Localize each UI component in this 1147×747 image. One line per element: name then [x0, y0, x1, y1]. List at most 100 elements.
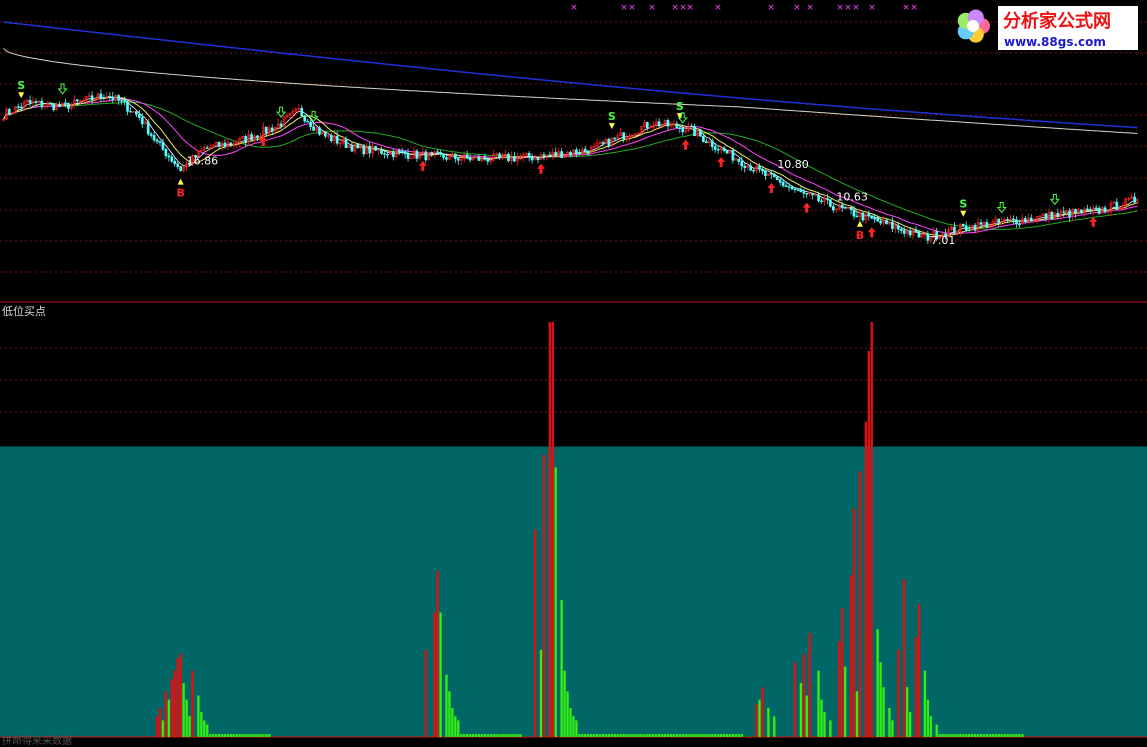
candle — [507, 153, 510, 161]
green-indicator-bar — [211, 734, 215, 737]
candle — [335, 135, 339, 144]
green-indicator-bar — [959, 734, 962, 737]
green-indicator-bar — [1003, 734, 1006, 737]
candle — [702, 135, 705, 142]
green-indicator-bar — [1021, 734, 1024, 737]
candle — [787, 186, 791, 188]
candle — [867, 213, 871, 217]
green-indicator-bar — [1006, 734, 1009, 737]
candle — [675, 123, 679, 129]
green-indicator-bar — [223, 734, 227, 737]
green-indicator-bar — [773, 716, 776, 737]
green-indicator-bar — [619, 734, 622, 737]
green-indicator-bar — [702, 734, 705, 737]
green-indicator-bar — [941, 734, 944, 737]
green-indicator-bar — [991, 734, 994, 737]
candle — [820, 200, 823, 203]
candle — [223, 142, 227, 147]
candle — [173, 160, 177, 165]
green-indicator-bar — [882, 687, 885, 737]
green-indicator-bar — [214, 734, 218, 737]
green-indicator-bar — [823, 712, 826, 737]
candle — [498, 153, 501, 158]
green-indicator-bar — [891, 720, 894, 737]
logo-name: 分析家公式网 — [1003, 10, 1111, 32]
green-indicator-bar — [666, 734, 670, 737]
candle — [397, 150, 401, 152]
candle — [855, 215, 859, 218]
candle — [111, 96, 115, 100]
sell-arrow — [960, 210, 967, 217]
candle — [1088, 209, 1092, 211]
candle — [967, 229, 971, 232]
green-indicator-bar — [539, 649, 543, 737]
candle — [386, 153, 389, 156]
candle — [477, 156, 481, 161]
candle — [843, 207, 847, 209]
up-arrow-icon — [717, 156, 726, 167]
green-indicator-bar — [241, 734, 244, 737]
top-signal-marker: × — [570, 3, 578, 13]
green-indicator-bar — [938, 734, 941, 737]
green-indicator-bar — [471, 734, 475, 737]
green-indicator-bar — [696, 734, 699, 737]
candle — [1050, 211, 1054, 220]
candle — [344, 139, 348, 149]
candle — [176, 163, 180, 167]
candle — [179, 166, 183, 171]
candle — [817, 194, 820, 202]
candle — [917, 231, 921, 238]
green-indicator-bar — [566, 691, 569, 737]
candle — [324, 132, 327, 137]
candle — [140, 117, 144, 125]
candle — [731, 149, 735, 161]
green-indicator-bar — [714, 734, 717, 737]
green-indicator-bar — [206, 724, 209, 737]
candle — [170, 156, 174, 162]
candle — [309, 121, 312, 127]
red-indicator-bar — [424, 649, 427, 737]
candle — [1094, 207, 1098, 210]
buy-arrow — [177, 178, 184, 185]
ma-10-line — [3, 96, 1138, 237]
candle — [123, 100, 126, 102]
green-indicator-bar — [253, 734, 256, 737]
top-signal-marker: × — [648, 3, 656, 13]
green-indicator-bar — [457, 720, 460, 737]
green-indicator-bar — [474, 734, 478, 737]
green-indicator-bar — [477, 734, 481, 737]
green-indicator-bar — [649, 734, 652, 737]
candle — [424, 151, 428, 161]
green-indicator-bar — [229, 734, 233, 737]
candle — [329, 135, 333, 142]
red-indicator-bar — [179, 654, 182, 737]
green-indicator-bar — [1009, 734, 1012, 737]
green-indicator-bar — [950, 734, 953, 737]
green-indicator-bar — [483, 734, 487, 737]
green-indicator-bar — [235, 734, 238, 737]
green-indicator-bar — [935, 724, 938, 737]
green-indicator-bar — [640, 734, 643, 737]
candle — [442, 153, 445, 158]
green-indicator-bar — [480, 734, 484, 737]
candle — [102, 97, 106, 99]
green-indicator-bar — [465, 734, 469, 737]
candle — [908, 230, 912, 236]
green-indicator-bar — [616, 734, 619, 737]
top-signal-marker: × — [628, 3, 636, 13]
candle — [453, 153, 457, 159]
flower-center — [967, 20, 979, 32]
candle — [979, 222, 983, 225]
candle — [406, 153, 410, 159]
candle — [1080, 209, 1083, 214]
green-indicator-bar — [501, 734, 504, 737]
candle — [586, 150, 590, 154]
candle — [126, 101, 129, 112]
green-indicator-bar — [879, 662, 882, 737]
green-indicator-bar — [722, 734, 726, 737]
candle — [784, 185, 788, 187]
green-indicator-bar — [657, 734, 661, 737]
green-indicator-bar — [256, 734, 259, 737]
candle — [997, 218, 1001, 223]
candle — [796, 189, 800, 191]
